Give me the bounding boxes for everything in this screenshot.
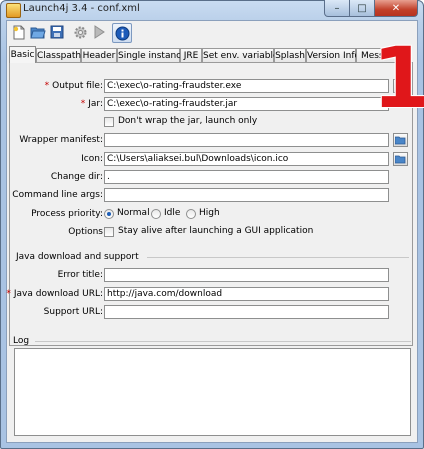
priority-high-radio[interactable] [186, 209, 196, 219]
wrapper-manifest-input[interactable] [104, 133, 389, 147]
priority-normal-radio[interactable] [104, 209, 114, 219]
command-line-args-input[interactable] [104, 188, 389, 202]
support-url-label: Support URL: [43, 307, 103, 317]
change-dir-label: Change dir: [50, 172, 103, 182]
change-dir-input[interactable]: . [104, 170, 389, 184]
required-star: * [6, 289, 11, 299]
output-file-label-text: Output file: [52, 81, 103, 91]
tab-header[interactable]: Header [81, 48, 117, 62]
priority-high-label: High [199, 208, 220, 218]
icon-label: Icon: [81, 154, 103, 164]
required-star: * [80, 99, 86, 109]
output-file-input[interactable]: C:\exec\o-rating-fraudster.exe [104, 79, 389, 93]
title-bar: Launch4j 3.4 - conf.xml – □ ✕ [0, 0, 424, 20]
tab-jre[interactable]: JRE [180, 48, 202, 62]
java-download-url-label-text: Java download URL: [13, 289, 103, 299]
required-star: * [44, 81, 50, 91]
output-file-label: * Output file: [45, 81, 103, 91]
stay-alive-checkbox[interactable] [104, 227, 114, 237]
priority-normal-label: Normal [117, 208, 150, 218]
jar-label: * Jar: [81, 99, 103, 109]
log-separator [35, 341, 411, 342]
command-line-args-label: Command line args: [12, 190, 103, 200]
save-icon[interactable] [48, 23, 66, 41]
error-title-label: Error title: [57, 270, 103, 280]
tab-single-instance[interactable]: Single instance [117, 48, 187, 62]
process-priority-label: Process priority: [31, 209, 103, 219]
client-area: Basic Classpath Header Single instance J… [6, 20, 418, 443]
new-document-icon[interactable] [10, 23, 28, 41]
priority-idle-radio[interactable] [151, 209, 161, 219]
log-title: Log [13, 336, 30, 346]
log-textarea[interactable] [14, 348, 411, 436]
annotation-number-badge: 1 [372, 29, 424, 127]
settings-gear-icon[interactable] [71, 23, 89, 41]
wrapper-manifest-label: Wrapper manifest: [19, 135, 103, 145]
wrapper-manifest-browse-button[interactable] [393, 133, 408, 147]
java-download-url-input[interactable]: http://java.com/download [104, 287, 389, 301]
error-title-input[interactable] [104, 268, 389, 282]
stay-alive-label: Stay alive after launching a GUI applica… [118, 226, 314, 236]
tab-classpath[interactable]: Classpath [36, 48, 81, 62]
support-url-input[interactable] [104, 305, 389, 319]
tab-basic[interactable]: Basic [9, 46, 36, 63]
tab-splash[interactable]: Splash [274, 48, 306, 62]
close-button[interactable]: ✕ [375, 0, 418, 17]
toolbar [7, 21, 417, 45]
icon-input[interactable]: C:\Users\aliaksei.bul\Downloads\icon.ico [104, 152, 389, 166]
minimize-button[interactable]: – [324, 0, 350, 17]
dont-wrap-checkbox[interactable] [104, 117, 114, 127]
dont-wrap-label: Don't wrap the jar, launch only [118, 116, 258, 126]
tab-version-info[interactable]: Version Info [306, 48, 360, 62]
tab-strip: Basic Classpath Header Single instance J… [9, 46, 415, 63]
java-download-url-label: * Java download URL: [6, 289, 103, 299]
run-play-icon[interactable] [90, 23, 108, 41]
priority-idle-label: Idle [164, 208, 181, 218]
basic-tab-panel: * Output file: C:\exec\o-rating-fraudster… [6, 62, 413, 346]
options-label: Options [68, 227, 103, 237]
jar-label-text: Jar: [88, 99, 103, 109]
tab-set-env-variables[interactable]: Set env. variables [202, 48, 283, 62]
maximize-button[interactable]: □ [350, 0, 375, 17]
open-folder-icon[interactable] [29, 23, 47, 41]
window-title: Launch4j 3.4 - conf.xml [23, 3, 140, 14]
icon-browse-button[interactable] [393, 152, 408, 166]
app-icon [6, 3, 21, 18]
jar-input[interactable]: C:\exec\o-rating-fraudster.jar [104, 97, 389, 111]
java-download-section-title: Java download and support [16, 252, 139, 262]
info-icon[interactable] [112, 23, 132, 43]
section-separator [147, 257, 409, 258]
